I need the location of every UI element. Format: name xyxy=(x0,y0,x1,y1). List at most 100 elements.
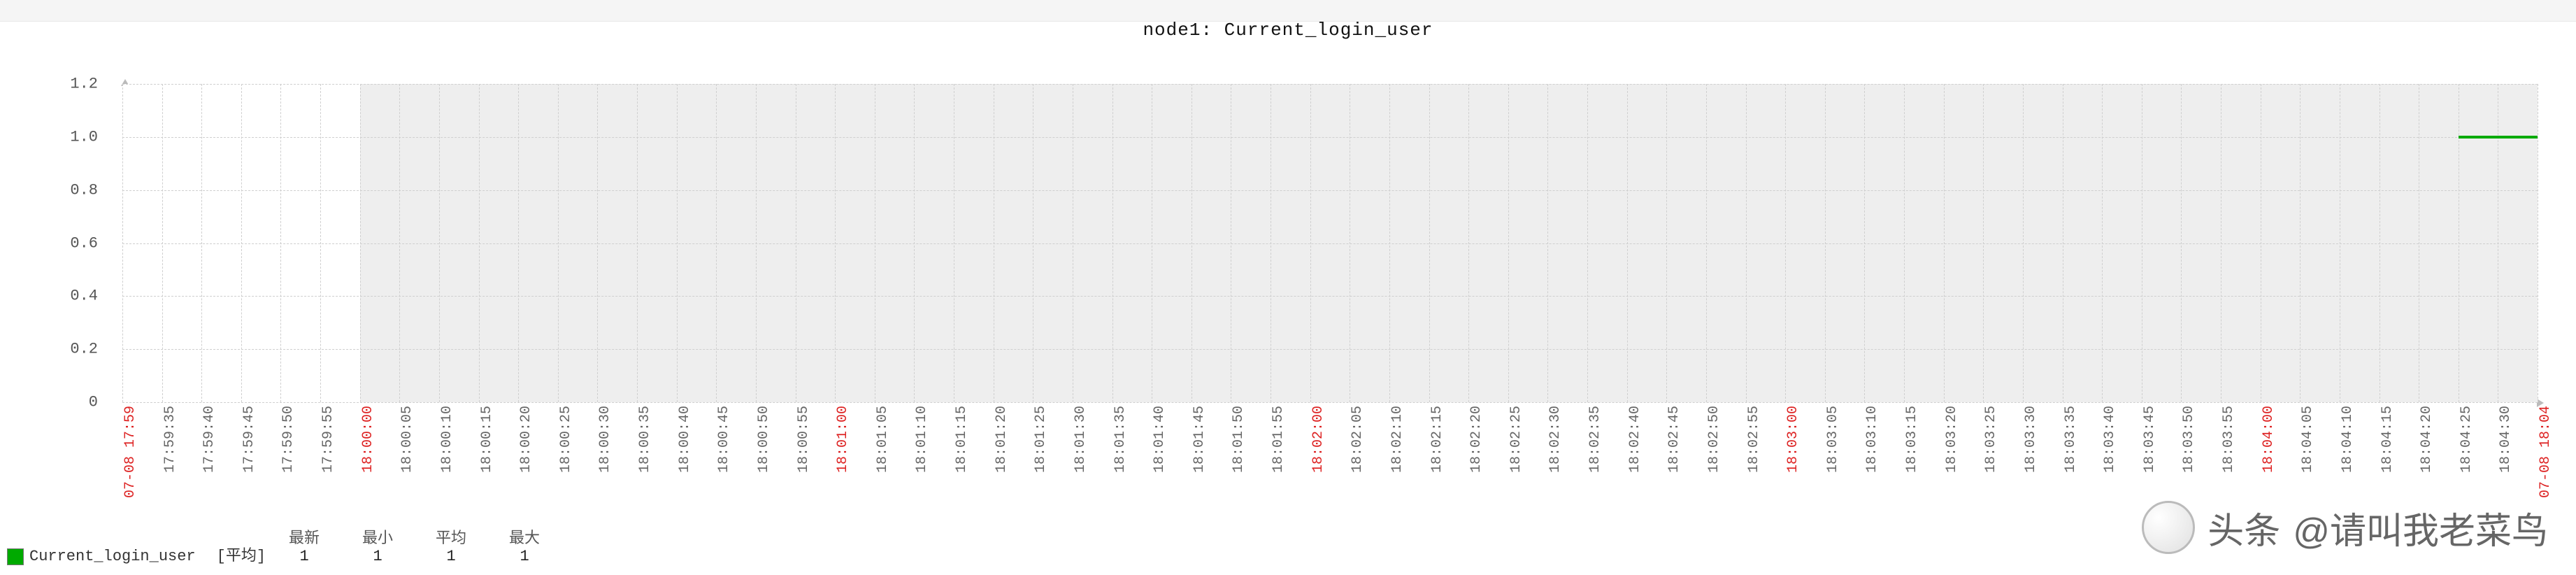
x-tick-label: 18:00:30 xyxy=(597,406,613,473)
x-axis: 07-08 17:5917:59:3517:59:4017:59:4517:59… xyxy=(122,406,2538,497)
x-tick-label: 18:04:10 xyxy=(2340,406,2356,473)
legend-series[interactable]: Current_login_user xyxy=(7,548,196,565)
y-tick-label: 0.6 xyxy=(70,234,98,252)
stat-avg: 平均 1 xyxy=(434,525,468,565)
x-tick-label: 18:03:10 xyxy=(1864,406,1880,473)
x-tick-label: 18:01:35 xyxy=(1112,406,1129,473)
gridline-v xyxy=(518,84,519,402)
x-tick-label: 18:01:30 xyxy=(1073,406,1089,473)
top-bar xyxy=(0,0,2576,22)
x-tick-label: 18:01:20 xyxy=(994,406,1010,473)
gridline-v xyxy=(399,84,400,402)
gridline-v xyxy=(835,84,836,402)
x-tick-label-major: 18:02:00 xyxy=(1310,406,1326,473)
stat-min-label: 最小 xyxy=(360,525,395,548)
gridline-v xyxy=(2181,84,2182,402)
x-tick-label: 18:04:20 xyxy=(2419,406,2435,473)
x-tick-label: 18:01:15 xyxy=(954,406,970,473)
x-tick-label: 18:02:10 xyxy=(1389,406,1405,473)
stat-min: 最小 1 xyxy=(360,525,395,565)
gridline-v xyxy=(1627,84,1628,402)
x-tick-label: 18:02:35 xyxy=(1587,406,1603,473)
page-root: node1: Current_login_user 00.20.40.60.81… xyxy=(0,0,2576,575)
gridline-v xyxy=(2023,84,2024,402)
gridline-h xyxy=(122,402,2538,403)
series-line xyxy=(2459,136,2538,139)
x-tick-label: 18:02:40 xyxy=(1627,406,1643,473)
gridline-v xyxy=(1310,84,1311,402)
gridline-v xyxy=(1864,84,1865,402)
x-tick-label: 18:04:05 xyxy=(2300,406,2316,473)
x-tick-label: 18:04:15 xyxy=(2380,406,2396,473)
x-tick-label: 18:03:50 xyxy=(2181,406,2197,473)
x-tick-label: 18:00:45 xyxy=(716,406,732,473)
x-tick-label: 18:01:45 xyxy=(1192,406,1208,473)
gridline-v xyxy=(1508,84,1509,402)
x-tick-label: 18:01:05 xyxy=(875,406,891,473)
x-tick-label: 17:59:50 xyxy=(280,406,296,473)
x-tick-label: 18:02:15 xyxy=(1429,406,1445,473)
stat-latest-value: 1 xyxy=(287,548,322,565)
x-tick-label: 17:59:55 xyxy=(320,406,336,473)
legend-series-name: Current_login_user xyxy=(29,548,196,565)
gridline-h xyxy=(122,84,2538,85)
y-tick-label: 0.4 xyxy=(70,288,98,305)
stat-latest-label: 最新 xyxy=(287,525,322,548)
gridline-v xyxy=(1389,84,1390,402)
gridline-v xyxy=(1112,84,1113,402)
x-tick-label: 18:02:30 xyxy=(1547,406,1564,473)
y-tick-label: 1.0 xyxy=(70,128,98,145)
gridline-h xyxy=(122,190,2538,191)
plot-area[interactable] xyxy=(122,84,2538,402)
gridline-v xyxy=(1825,84,1826,402)
stat-max: 最大 1 xyxy=(507,525,542,565)
x-tick-label: 18:02:25 xyxy=(1508,406,1524,473)
gridline-v xyxy=(1983,84,1984,402)
gridline-v xyxy=(1706,84,1707,402)
x-tick-label-major: 18:03:00 xyxy=(1785,406,1801,473)
x-tick-label: 18:01:25 xyxy=(1033,406,1049,473)
x-tick-label: 18:01:50 xyxy=(1231,406,1247,473)
y-tick-label: 0.2 xyxy=(70,341,98,358)
x-tick-label: 18:00:40 xyxy=(677,406,693,473)
x-tick-label: 18:00:50 xyxy=(756,406,772,473)
x-tick-label: 18:00:10 xyxy=(439,406,455,473)
gridline-h xyxy=(122,243,2538,244)
x-tick-label-major: 18:01:00 xyxy=(835,406,851,473)
gridline-v xyxy=(1547,84,1548,402)
gridline-v xyxy=(637,84,638,402)
x-tick-label: 18:00:25 xyxy=(558,406,574,473)
gridline-v xyxy=(597,84,598,402)
x-tick-label: 18:03:35 xyxy=(2063,406,2079,473)
gridline-v xyxy=(479,84,480,402)
gridline-v xyxy=(360,84,361,402)
stat-max-label: 最大 xyxy=(507,525,542,548)
x-tick-label: 18:04:25 xyxy=(2459,406,2475,473)
legend-stats: 最新 1 最小 1 平均 1 最大 1 xyxy=(287,525,542,565)
stat-avg-label: 平均 xyxy=(434,525,468,548)
gridline-v xyxy=(1429,84,1430,402)
x-tick-label: 18:01:40 xyxy=(1152,406,1168,473)
gridline-v xyxy=(1666,84,1667,402)
x-tick-label-major: 07-08 18:04 xyxy=(2538,406,2554,498)
chart-container: 00.20.40.60.81.01.2 07-08 17:5917:59:351… xyxy=(7,38,2562,514)
legend-color-swatch xyxy=(7,548,24,565)
x-tick-label: 18:00:05 xyxy=(399,406,415,473)
x-tick-label-major: 18:04:00 xyxy=(2261,406,2277,473)
x-tick-label: 18:00:20 xyxy=(518,406,534,473)
x-tick-label: 18:00:35 xyxy=(637,406,653,473)
x-tick-label: 18:02:45 xyxy=(1666,406,1682,473)
y-axis: 00.20.40.60.81.01.2 xyxy=(7,84,115,402)
gridline-v xyxy=(756,84,757,402)
x-tick-label: 18:03:45 xyxy=(2142,406,2158,473)
gridline-v xyxy=(1468,84,1469,402)
gridline-v xyxy=(558,84,559,402)
x-tick-label: 18:03:25 xyxy=(1983,406,1999,473)
chart-title: node1: Current_login_user xyxy=(0,20,2576,41)
stat-max-value: 1 xyxy=(507,548,542,565)
x-tick-label: 18:04:30 xyxy=(2498,406,2514,473)
x-tick-label: 18:00:55 xyxy=(796,406,812,473)
gridline-v xyxy=(241,84,242,402)
gridline-v xyxy=(716,84,717,402)
gridline-v xyxy=(201,84,202,402)
